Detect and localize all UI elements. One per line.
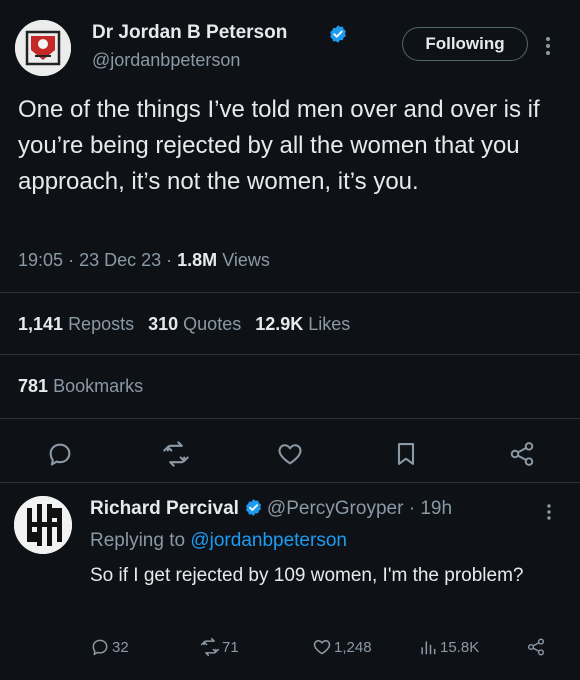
likes-count: 12.9K [255, 314, 304, 334]
share-icon[interactable] [508, 440, 536, 468]
reply-icon [92, 639, 108, 656]
reply-views-button[interactable]: 15.8K [418, 636, 479, 658]
separator-dot: · [166, 250, 178, 270]
reposts-label: Reposts [68, 314, 135, 334]
divider [0, 418, 580, 419]
reposts-count: 1,141 [18, 314, 64, 334]
reply-repost-button[interactable]: 71 [200, 636, 239, 658]
reply-share-button[interactable] [526, 636, 548, 658]
views-count: 1.8M [177, 250, 218, 270]
likes-stat[interactable]: 12.9K Likes [255, 314, 350, 334]
like-count: 1,248 [334, 638, 372, 656]
divider [0, 354, 580, 355]
reply-icon[interactable] [46, 440, 74, 468]
more-options-icon[interactable] [541, 34, 555, 58]
author-handle[interactable]: @jordanbpeterson [92, 50, 240, 71]
bookmarks-stat[interactable]: 781 Bookmarks [18, 376, 143, 397]
like-icon[interactable] [276, 440, 304, 468]
divider [0, 292, 580, 293]
engagement-stats: 1,141 Reposts 310 Quotes 12.9K Likes [18, 314, 350, 335]
more-options-icon[interactable] [543, 502, 555, 522]
replying-to-mention[interactable]: @jordanbpeterson [190, 530, 347, 551]
reply-like-button[interactable]: 1,248 [312, 636, 372, 658]
quotes-count: 310 [148, 314, 179, 334]
reply-time[interactable]: 19h [420, 498, 452, 519]
quotes-stat[interactable]: 310 Quotes [148, 314, 241, 334]
post-detail-view: Dr Jordan B Peterson @jordanbpeterson Fo… [0, 0, 580, 680]
reposts-stat[interactable]: 1,141 Reposts [18, 314, 134, 334]
tweet-text: One of the things I’ve told men over and… [18, 96, 540, 195]
tweet-meta: 19:05 · 23 Dec 23 · 1.8M Views [18, 250, 270, 271]
author-avatar[interactable] [15, 20, 71, 76]
reply-author-handle[interactable]: @PercyGroyper [267, 498, 404, 519]
tweet-time[interactable]: 19:05 [18, 250, 63, 270]
reply-text: So if I get rejected by 109 women, I'm t… [90, 565, 524, 586]
avatar-image [14, 496, 72, 554]
replying-to-label: Replying to [90, 530, 186, 551]
reply-author-avatar[interactable] [14, 496, 72, 554]
separator-dot: · [68, 250, 80, 270]
reply-reply-button[interactable]: 32 [90, 636, 129, 658]
views-count: 15.8K [440, 638, 480, 656]
reply-count: 32 [112, 638, 129, 656]
verified-badge-icon [245, 499, 261, 516]
tweet-date[interactable]: 23 Dec 23 [79, 250, 161, 270]
repost-icon[interactable] [162, 440, 190, 468]
likes-label: Likes [308, 314, 351, 334]
divider [0, 482, 580, 483]
repost-icon [200, 637, 220, 657]
share-icon [527, 638, 545, 656]
like-icon [313, 640, 331, 655]
repost-count: 71 [222, 638, 239, 656]
bookmarks-label: Bookmarks [53, 376, 144, 396]
quotes-label: Quotes [183, 314, 242, 334]
views-analytics-icon [421, 641, 436, 655]
separator-dot: · [403, 498, 421, 519]
replying-to: Replying to @jordanbpeterson [90, 530, 347, 552]
views-label: Views [222, 250, 270, 270]
following-button[interactable]: Following [402, 27, 528, 61]
bookmarks-count: 781 [18, 376, 49, 396]
reply-author-name[interactable]: Richard Percival [90, 498, 239, 519]
avatar-image [15, 20, 71, 76]
bookmark-icon[interactable] [392, 440, 420, 468]
verified-badge-icon [330, 25, 346, 43]
reply-header: Richard Percival @PercyGroyper · 19h [90, 498, 452, 520]
author-name[interactable]: Dr Jordan B Peterson [92, 22, 287, 44]
